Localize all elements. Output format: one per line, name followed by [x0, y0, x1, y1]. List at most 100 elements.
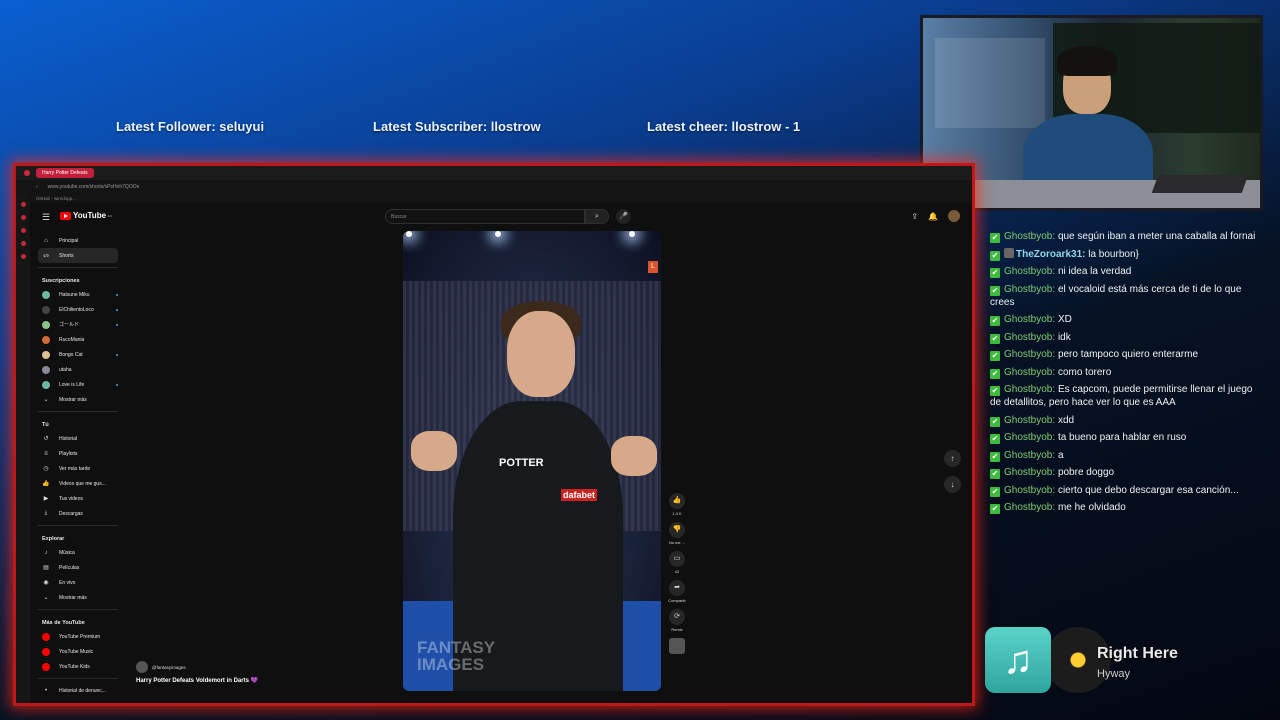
search-input[interactable]: Buscar [385, 209, 585, 224]
mic-icon[interactable]: 🎤 [616, 209, 631, 224]
sidebar-item[interactable]: Hatsune Miku [38, 287, 118, 302]
video-icon: ▶ [43, 496, 49, 502]
sidebar-app-icon[interactable] [20, 202, 26, 207]
chat-message: ✔ Ghostbyob: como torero [990, 366, 1265, 379]
chat-username[interactable]: Ghostbyob [1004, 266, 1052, 277]
channel-avatar[interactable] [136, 661, 148, 673]
sidebar-item[interactable]: ◷ Ver más tarde [38, 461, 118, 476]
sidebar-app-icon[interactable] [20, 254, 26, 259]
like-icon[interactable]: 👍 [669, 493, 685, 509]
account-avatar[interactable] [948, 210, 960, 222]
sidebar-item[interactable]: ◉ En vivo [38, 575, 118, 590]
verified-badge-icon: ✔ [990, 233, 1000, 243]
sidebar-item[interactable]: ⤓ Descargas [38, 506, 118, 521]
sidebar-item[interactable]: ⌂ Principal [38, 233, 118, 248]
bookmark-item[interactable]: GitHub - wiredopp... [36, 196, 76, 201]
channel-avatar [42, 305, 50, 314]
search-icon[interactable]: ⌕ [585, 209, 609, 224]
sidebar-item[interactable]: Love is Life [38, 377, 118, 392]
sidebar-item-label: Tus videos [59, 495, 83, 502]
chat-username[interactable]: Ghostbyob [1004, 231, 1052, 242]
chat-username[interactable]: Ghostbyob [1004, 349, 1052, 360]
sidebar-item[interactable]: 👍 Videos que me gus... [38, 476, 118, 491]
sidebar-app-icon[interactable] [20, 241, 26, 246]
chat-message: ✔ Ghostbyob: ni idea la verdad [990, 265, 1265, 278]
you-header[interactable]: Tú [38, 416, 118, 431]
sidebar-app-icon[interactable] [20, 215, 26, 220]
sidebar-item[interactable]: YouTube Premium [38, 629, 118, 644]
sidebar-item[interactable]: utaha [38, 362, 118, 377]
sidebar-item-label: YouTube Music [59, 648, 94, 655]
verified-badge-icon: ✔ [990, 285, 1000, 296]
share-label: Compartir [668, 598, 686, 603]
chat-message: ✔ Ghostbyob: pobre doggo [990, 466, 1265, 479]
chat-username[interactable]: Ghostbyob [1004, 367, 1052, 378]
chat-message: ✔ Ghostbyob: Es capcom, puede permitirse … [990, 383, 1265, 409]
sidebar-app-icon[interactable] [20, 228, 26, 233]
sidebar-item[interactable]: ⌄ Mostrar más [38, 392, 118, 407]
share-icon[interactable]: ➦ [669, 580, 685, 596]
shorts-icon: ᔕ [43, 253, 49, 259]
opera-icon[interactable] [24, 170, 30, 176]
sound-avatar[interactable] [669, 638, 685, 654]
sidebar-item[interactable]: YouTube Music [38, 644, 118, 659]
chat-message: ✔ Ghostbyob: pero tampoco quiero enterarm… [990, 348, 1265, 361]
chat-username[interactable]: Ghostbyob [1004, 432, 1052, 443]
menu-icon[interactable]: ☰ [42, 212, 50, 223]
sidebar-divider [38, 678, 118, 679]
sidebar-item[interactable]: ElChilientoLoco [38, 302, 118, 317]
comment-icon[interactable]: ▭ [669, 551, 685, 567]
sidebar-item[interactable]: Bongo Cat [38, 347, 118, 362]
upload-icon[interactable]: ⇪ [911, 212, 918, 221]
chat-text: la bourbon} [1088, 248, 1139, 260]
explore-header[interactable]: Explorar [38, 530, 118, 545]
jersey-name: POTTER [499, 457, 544, 469]
chat-username[interactable]: Ghostbyob [1004, 450, 1052, 461]
browser-tab[interactable]: Harry Potter Defeats [36, 168, 94, 178]
sidebar-item[interactable]: ▤ Películas [38, 560, 118, 575]
sidebar-item[interactable]: ▶ Tus videos [38, 491, 118, 506]
chat-username[interactable]: Ghostbyob [1004, 384, 1052, 395]
sidebar-item[interactable]: ⌄ Mostrar más [38, 590, 118, 605]
remix-icon[interactable]: ⟳ [669, 609, 685, 625]
channel-handle[interactable]: @fantasyimages [152, 665, 186, 670]
subscriptions-header[interactable]: Suscripciones [38, 272, 118, 287]
sidebar-item-label: Ver más tarde [59, 465, 91, 472]
chat-username[interactable]: Ghostbyob [1004, 332, 1052, 343]
chat-username[interactable]: TheZoroark31 [1016, 249, 1082, 260]
sidebar-item[interactable]: ≡ Playlists [38, 446, 118, 461]
youtube-page: ☰ YouTube ES Buscar ⌕ 🎤 ⇪ 🔔 ⌂ Principal ᔕ S… [30, 203, 972, 703]
sidebar-item[interactable]: ♪ Música [38, 545, 118, 560]
chat-text: como torero [1057, 366, 1112, 378]
short-video-player[interactable]: POTTER dafabet FANTASY IMAGES L [403, 231, 661, 691]
short-channel[interactable]: @fantasyimages [136, 661, 186, 673]
more-youtube-header[interactable]: Más de YouTube [38, 614, 118, 629]
sidebar-item[interactable]: YouTube Kids [38, 659, 118, 674]
user-badge-icon [1004, 247, 1014, 258]
youtube-logo[interactable]: YouTube ES [60, 211, 112, 220]
chat-username[interactable]: Ghostbyob [1004, 502, 1052, 513]
chat-username[interactable]: Ghostbyob [1004, 284, 1052, 295]
chat-username[interactable]: Ghostbyob [1004, 415, 1052, 426]
url-text[interactable]: www.youtube.com/shorts/sPsHeh7QOOs [48, 184, 139, 190]
previous-short-icon[interactable]: ↑ [944, 450, 961, 467]
sidebar-item[interactable]: ゴールド [38, 317, 118, 332]
back-icon[interactable]: ‹ [36, 184, 38, 190]
spotlight [629, 231, 635, 237]
sidebar-item[interactable]: RucoMania [38, 332, 118, 347]
chat-username[interactable]: Ghostbyob [1004, 467, 1052, 478]
chat-username[interactable]: Ghostbyob [1004, 485, 1052, 496]
sidebar-item[interactable]: ↺ Historial [38, 431, 118, 446]
music-icon: ♪ [44, 549, 48, 556]
bell-icon[interactable]: 🔔 [928, 212, 938, 221]
dislike-icon[interactable]: 👎 [669, 522, 685, 538]
chat-username[interactable]: Ghostbyob [1004, 314, 1052, 325]
flag-icon: • [44, 687, 48, 694]
sidebar-item-label: Principal [59, 237, 79, 244]
address-bar[interactable]: ‹ www.youtube.com/shorts/sPsHeh7QOOs [16, 180, 972, 194]
sidebar-item[interactable]: ᔕ Shorts [38, 248, 118, 263]
verified-badge-icon: ✔ [990, 268, 1000, 278]
sidebar-item[interactable]: • Historial de denunc... [38, 683, 118, 698]
next-short-icon[interactable]: ↓ [944, 476, 961, 493]
home-icon: ⌂ [44, 237, 48, 244]
